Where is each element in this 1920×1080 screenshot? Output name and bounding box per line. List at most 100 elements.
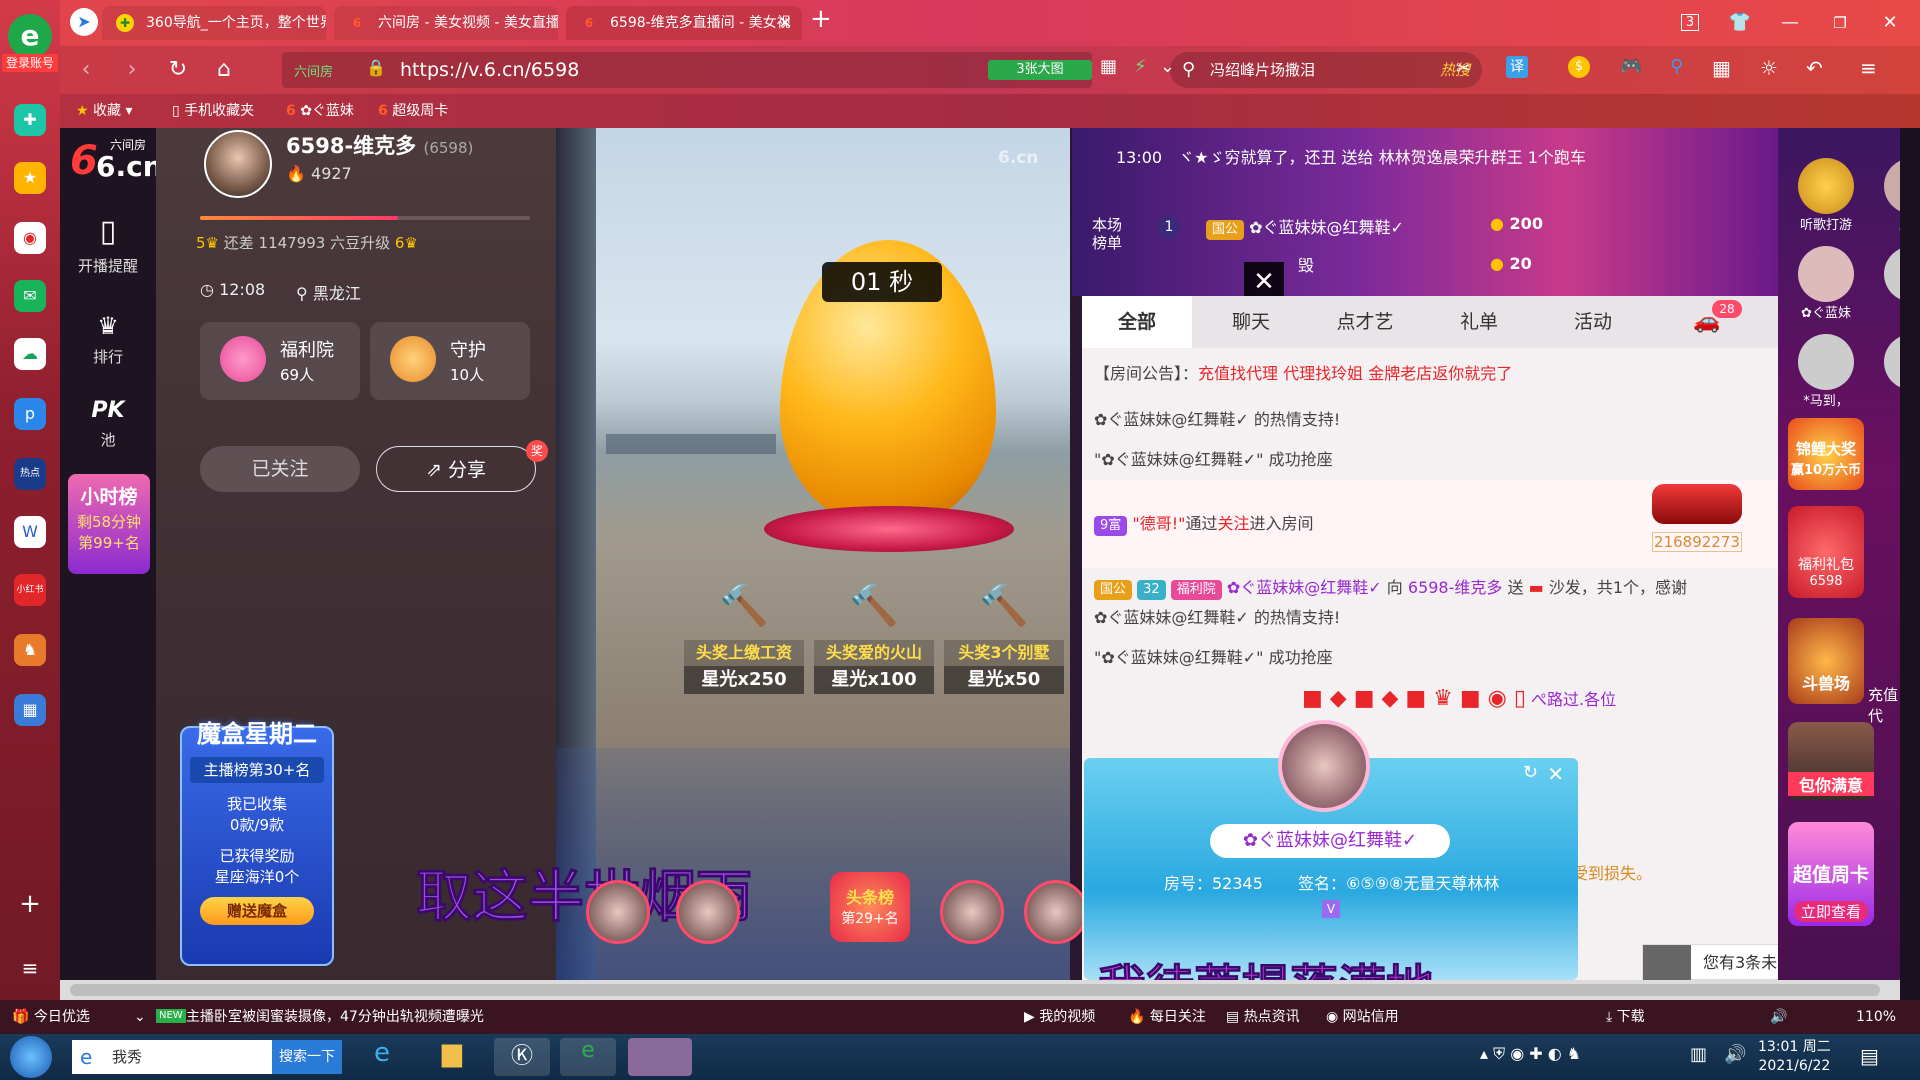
guard-tile[interactable]: 守护 10人 xyxy=(370,322,530,400)
volume-icon[interactable]: 🔊 xyxy=(1770,1000,1787,1034)
activity-passerby[interactable]: 路人 xyxy=(1864,158,1900,233)
welfare-tile[interactable]: 福利院 69人 xyxy=(200,322,360,400)
download[interactable]: ⤓ 下载 xyxy=(1606,1000,1645,1034)
board-user-2[interactable]: 毁 xyxy=(1298,252,1314,276)
new-tab-icon[interactable]: + xyxy=(810,4,832,34)
maximize-icon[interactable]: ❐ xyxy=(1820,8,1860,38)
grid-icon[interactable]: ▦ xyxy=(1100,56,1117,77)
magnifier-icon[interactable]: ⚲ xyxy=(1670,56,1683,77)
cloud-icon[interactable]: ☁ xyxy=(14,338,46,370)
bookmark-favorites[interactable]: ★ 收藏 ▾ xyxy=(76,94,133,128)
fan-avatar[interactable] xyxy=(1024,880,1088,944)
star-icon[interactable]: ★ xyxy=(14,162,46,194)
login-button[interactable]: 登录账号 xyxy=(2,54,58,72)
undo-icon[interactable]: ↶ xyxy=(1806,56,1823,80)
network-icon[interactable]: ▥ xyxy=(1690,1044,1707,1065)
site-credit[interactable]: ◉ 网站信用 xyxy=(1326,1000,1399,1034)
prize-item[interactable]: 🔨 头奖爱的火山 星光x100 xyxy=(814,582,934,694)
refresh-icon[interactable]: ↻ xyxy=(1523,762,1538,783)
tab-talent[interactable]: 点才艺 xyxy=(1310,296,1420,348)
board-user[interactable]: 国公 ✿ぐ蓝妹妹@红舞鞋✓ xyxy=(1206,214,1404,240)
close-icon[interactable]: ✕ xyxy=(1547,762,1564,786)
tab-count[interactable]: 3 xyxy=(1670,8,1710,38)
back-icon[interactable]: ‹ xyxy=(70,56,102,84)
apps-icon[interactable]: ▦ xyxy=(1712,56,1731,80)
tray-icons[interactable]: ▴ ⛨ ◉ ✚ ◐ ♞ xyxy=(1480,1044,1581,1064)
minimize-icon[interactable]: — xyxy=(1770,8,1810,38)
city-icon[interactable]: ▦ xyxy=(14,694,46,726)
send-magic-box-button[interactable]: 赠送魔盒 xyxy=(200,897,314,925)
plus-app-icon[interactable]: ✚ xyxy=(14,104,46,136)
tab-active[interactable]: 6 6598-维克多直播间 - 美女视 ✕ xyxy=(566,6,802,40)
big-image-button[interactable]: 3张大图 xyxy=(988,60,1092,80)
activity-6r[interactable]: 6r xyxy=(1864,246,1900,317)
gamepad-icon[interactable]: 🎮 xyxy=(1620,56,1642,77)
zoom-level[interactable]: 110% xyxy=(1856,1000,1896,1034)
tab-activity[interactable]: 活动 xyxy=(1538,296,1648,348)
address-bar[interactable]: 六间房 🔒 https://v.6.cn/6598 3张大图 xyxy=(282,52,1092,88)
activity-music[interactable]: 听歌打游 xyxy=(1778,158,1874,233)
host-avatar[interactable] xyxy=(204,130,272,198)
daily-follow[interactable]: 🔥 每日关注 xyxy=(1128,1000,1206,1034)
speaker-icon[interactable]: 🔊 xyxy=(1724,1044,1746,1065)
week-card[interactable]: 超值周卡 立即查看 xyxy=(1788,822,1874,926)
video-player[interactable]: 6.cn 🔨 头奖上缴工资 星光x250 🔨 头奖爱的火山 星光x100 🔨 头… xyxy=(416,128,1088,980)
start-button[interactable] xyxy=(10,1036,52,1078)
satisfaction-package[interactable]: 包你满意 xyxy=(1788,722,1874,800)
home-icon[interactable]: ⌂ xyxy=(208,56,240,84)
site-logo[interactable]: 6 6.cn 六间房 xyxy=(66,136,163,192)
folder-icon[interactable]: ▆ xyxy=(428,1038,476,1076)
followed-button[interactable]: 已关注 xyxy=(200,446,360,492)
notification-icon[interactable]: ▤ xyxy=(1860,1044,1879,1068)
chevron-down-icon[interactable]: ⌄ xyxy=(134,1000,146,1034)
refresh-icon[interactable]: ↻ xyxy=(162,56,194,84)
fan-avatar[interactable] xyxy=(676,880,740,944)
headline-rank[interactable]: 头条榜 第29+名 xyxy=(830,872,910,942)
tab-gifts[interactable]: 礼单 xyxy=(1424,296,1534,348)
forward-icon[interactable]: › xyxy=(116,56,148,84)
coin-icon[interactable]: $ xyxy=(1568,56,1590,78)
nav-pk[interactable]: PK 池 xyxy=(60,398,156,450)
activity-madao[interactable]: *马到， xyxy=(1778,334,1874,409)
prize-item[interactable]: 🔨 头奖上缴工资 星光x250 xyxy=(684,582,804,694)
koi-prize[interactable]: 锦鲤大奖 赢10万六币 xyxy=(1788,418,1864,490)
xiaohongshu-icon[interactable]: 小红书 xyxy=(14,574,46,606)
my-videos[interactable]: ▶ 我的视频 xyxy=(1024,1000,1095,1034)
add-icon[interactable]: + xyxy=(14,888,46,920)
kugou-icon[interactable]: Ⓚ xyxy=(494,1038,550,1076)
photo-taskbar-icon[interactable] xyxy=(628,1038,692,1076)
horizontal-scrollbar[interactable] xyxy=(60,980,1900,1000)
taskbar-search-button[interactable]: 搜索一下 xyxy=(272,1040,342,1074)
activity-yan[interactable]: 烟 xyxy=(1864,334,1900,409)
brightness-icon[interactable]: ☼ xyxy=(1760,56,1778,80)
tab-all[interactable]: 全部 xyxy=(1082,296,1192,348)
skin-icon[interactable]: 👕 xyxy=(1720,8,1760,38)
today-picks[interactable]: 🎁 今日优选 xyxy=(12,1000,90,1034)
recharge-agent[interactable]: 充值代 xyxy=(1868,684,1900,726)
menu-icon[interactable]: ≡ xyxy=(14,952,46,984)
ie-icon[interactable]: e xyxy=(358,1038,406,1076)
browser-taskbar-icon[interactable]: e xyxy=(560,1038,616,1076)
tab-360[interactable]: ✚ 360导航_一个主页，整个世界 xyxy=(102,6,326,40)
welfare-gift[interactable]: 福利礼包 6598 xyxy=(1788,506,1864,598)
share-button[interactable]: ⇗ 分享 xyxy=(376,446,536,492)
fan-avatar[interactable] xyxy=(586,880,650,944)
game-icon[interactable]: ♞ xyxy=(14,634,46,666)
prize-item[interactable]: 🔨 头奖3个别墅 星光x50 xyxy=(944,582,1064,694)
close-icon[interactable]: ✕ xyxy=(1870,8,1910,38)
weibo-icon[interactable]: ◉ xyxy=(14,222,46,254)
news-link[interactable]: 主播卧室被闺蜜装摄像，47分钟出轨视频遭曝光 xyxy=(186,1000,484,1034)
car-icon[interactable]: 🚗 xyxy=(1652,296,1762,348)
user-card-avatar[interactable] xyxy=(1278,720,1370,812)
arena[interactable]: 斗兽场 xyxy=(1788,618,1864,704)
search-input[interactable]: ⚲ 冯绍峰片场撒泪 热搜 xyxy=(1170,52,1482,88)
clock[interactable]: 13:01 周二 2021/6/22 xyxy=(1758,1038,1831,1076)
browser-logo-icon[interactable]: e xyxy=(8,14,52,58)
close-tab-icon[interactable]: ✕ xyxy=(779,6,792,40)
mail-icon[interactable]: ✉ xyxy=(14,280,46,312)
doc-icon[interactable]: W xyxy=(14,516,46,548)
p-app-icon[interactable]: p xyxy=(14,398,46,430)
bookmark-lanmei[interactable]: 6 ✿ぐ蓝妹 xyxy=(286,94,354,128)
send-icon[interactable]: ➤ xyxy=(70,8,98,36)
url-text[interactable]: https://v.6.cn/6598 xyxy=(400,52,579,88)
